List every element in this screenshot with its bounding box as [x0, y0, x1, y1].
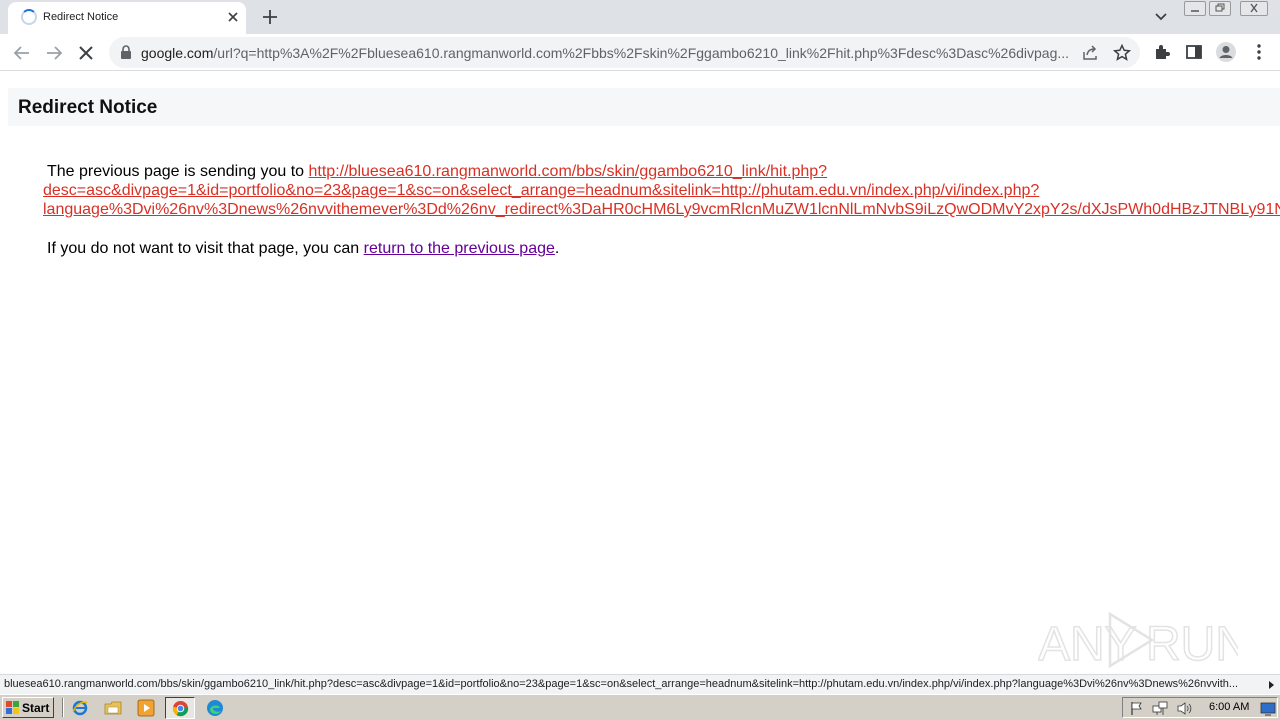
- back-arrow-icon[interactable]: [10, 41, 34, 65]
- file-explorer-folder-icon[interactable]: [104, 699, 122, 717]
- restore-window-icon[interactable]: [1209, 1, 1231, 16]
- chrome-taskbar-button[interactable]: [165, 697, 195, 719]
- menu-kebab-icon[interactable]: [1249, 42, 1269, 62]
- return-message: If you do not want to visit that page, y…: [47, 239, 559, 258]
- forward-arrow-icon[interactable]: [42, 41, 66, 65]
- media-player-icon[interactable]: [137, 699, 155, 717]
- tab-strip: Redirect Notice: [0, 0, 1280, 34]
- show-desktop-icon[interactable]: [1260, 701, 1276, 716]
- taskbar-clock[interactable]: 6:00 AM: [1209, 701, 1249, 713]
- close-tab-icon[interactable]: [224, 8, 242, 26]
- status-scroll-right-icon[interactable]: [1266, 680, 1276, 690]
- internet-explorer-icon[interactable]: [71, 699, 89, 717]
- return-previous-page-link[interactable]: return to the previous page: [364, 240, 555, 257]
- tab-title: Redirect Notice: [43, 11, 119, 23]
- close-window-icon[interactable]: [1240, 1, 1268, 16]
- return-suffix-text: .: [554, 240, 560, 257]
- watermark-text-run: RUN: [1146, 618, 1238, 670]
- redirect-message: The previous page is sending you to http…: [43, 162, 1280, 219]
- tab-search-chevron-icon[interactable]: [1151, 8, 1171, 26]
- extensions-puzzle-icon[interactable]: [1152, 42, 1172, 62]
- minimize-window-icon[interactable]: [1184, 1, 1206, 16]
- browser-toolbar: google.com/url?q=http%3A%2F%2Fbluesea610…: [0, 34, 1280, 71]
- status-url-text: bluesea610.rangmanworld.com/bbs/skin/gga…: [4, 678, 1239, 690]
- tab-redirect-notice[interactable]: Redirect Notice: [8, 2, 246, 34]
- url-host: google.com: [141, 45, 214, 61]
- redirect-target-line-2: desc=asc&divpage=1&id=portfolio&no=23&pa…: [43, 182, 1040, 199]
- windows-taskbar: Start 6:00 AM: [0, 694, 1280, 720]
- redirect-lead-text: The previous page is sending you to: [47, 163, 305, 180]
- watermark-text-any: ANY: [1038, 618, 1137, 670]
- lock-icon[interactable]: [120, 45, 132, 59]
- redirect-target-line-1: http://bluesea610.rangmanworld.com/bbs/s…: [308, 163, 828, 180]
- volume-speaker-icon[interactable]: [1176, 701, 1192, 716]
- url-text[interactable]: google.com/url?q=http%3A%2F%2Fbluesea610…: [141, 45, 1076, 62]
- return-prefix-text: If you do not want to visit that page, y…: [47, 240, 360, 257]
- taskbar-separator: [62, 698, 64, 717]
- system-tray: 6:00 AM: [1122, 697, 1278, 718]
- loading-spinner-icon: [21, 9, 37, 25]
- page-title: Redirect Notice: [18, 97, 158, 118]
- side-panel-icon[interactable]: [1184, 42, 1204, 62]
- share-icon[interactable]: [1080, 43, 1100, 63]
- notice-header: Redirect Notice: [8, 88, 1280, 126]
- action-center-flag-icon[interactable]: [1129, 701, 1145, 716]
- anyrun-watermark-logo: ANY RUN: [1038, 611, 1238, 670]
- bookmark-star-icon[interactable]: [1112, 43, 1132, 63]
- link-status-bar: bluesea610.rangmanworld.com/bbs/skin/gga…: [0, 674, 1280, 694]
- network-icon[interactable]: [1152, 701, 1168, 716]
- address-bar[interactable]: google.com/url?q=http%3A%2F%2Fbluesea610…: [109, 37, 1140, 68]
- page-content: Redirect Notice The previous page is sen…: [0, 72, 1280, 674]
- windows-flag-icon: [6, 701, 19, 714]
- edge-browser-icon[interactable]: [206, 699, 224, 717]
- new-tab-icon[interactable]: [259, 6, 281, 28]
- stop-loading-icon[interactable]: [74, 41, 98, 65]
- chrome-icon: [172, 700, 189, 717]
- url-path: /url?q=http%3A%2F%2Fbluesea610.rangmanwo…: [213, 45, 1070, 61]
- profile-avatar-icon[interactable]: [1215, 41, 1237, 63]
- start-label: Start: [22, 701, 50, 715]
- start-button[interactable]: Start: [2, 697, 54, 718]
- redirect-target-line-3: language%3Dvi%26nv%3Dnews%26nvvithemever…: [43, 201, 1280, 218]
